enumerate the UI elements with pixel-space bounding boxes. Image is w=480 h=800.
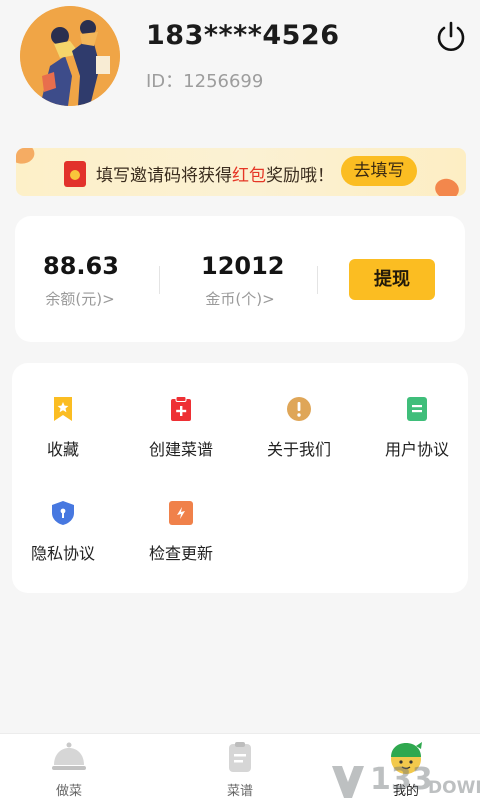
menu-item-about-us[interactable]: 关于我们 [249, 396, 349, 460]
divider [159, 266, 160, 294]
power-icon[interactable] [434, 20, 468, 54]
cloche-icon [52, 742, 86, 770]
balance-label: 余额(元)> [45, 290, 115, 308]
shield-icon [52, 501, 74, 525]
invite-banner-text: 填写邀请码将获得红包奖励哦！ [96, 161, 334, 186]
coins-value: 12012 [201, 252, 285, 280]
wallet-card: 88.63 余额(元)> 12012 金币(个)> 提现 [15, 216, 465, 342]
invite-text-after: 奖励哦！ [266, 166, 334, 186]
user-id: ID：1256699 [146, 71, 264, 92]
nav-tab-cooking[interactable]: 做菜 [29, 740, 109, 799]
nav-tab-mine[interactable]: 我的 [366, 740, 446, 799]
balance-stat[interactable]: 88.63 余额(元)> [43, 252, 119, 309]
refresh-icon [169, 501, 193, 525]
phone-number: 183****4526 [146, 20, 340, 51]
menu-item-label: 关于我们 [266, 440, 331, 459]
recipe-icon [229, 742, 251, 772]
decoration-shape [16, 148, 38, 170]
avatar-illustration [20, 6, 120, 106]
avatar[interactable] [20, 6, 120, 106]
menu-item-label: 收藏 [46, 440, 79, 459]
profile-header: 183****4526 ID：1256699 [0, 0, 480, 130]
menu-item-create-recipe[interactable]: 创建菜谱 [131, 396, 231, 460]
nav-tab-label: 做菜 [55, 784, 82, 799]
menu-item-label: 检查更新 [148, 544, 213, 563]
coins-stat[interactable]: 12012 金币(个)> [201, 252, 285, 309]
coins-label: 金币(个)> [205, 290, 275, 308]
invite-text-before: 填写邀请码将获得 [96, 166, 232, 186]
decoration-shape [431, 173, 463, 196]
menu-item-privacy-policy[interactable]: 隐私协议 [13, 500, 113, 564]
menu-item-label: 隐私协议 [30, 544, 95, 563]
withdraw-button[interactable]: 提现 [349, 259, 435, 300]
bookmark-icon [54, 397, 72, 421]
invite-text-highlight: 红包 [232, 166, 266, 186]
fill-invite-code-button[interactable]: 去填写 [341, 156, 417, 186]
menu-item-favorites[interactable]: 收藏 [13, 396, 113, 460]
divider [317, 266, 318, 294]
balance-value: 88.63 [43, 252, 119, 280]
nav-tab-label: 菜谱 [226, 784, 253, 799]
info-icon [287, 397, 311, 421]
profile-mascot-icon [391, 742, 422, 774]
nav-tab-label: 我的 [392, 784, 419, 799]
menu-item-label: 创建菜谱 [148, 440, 213, 459]
nav-tab-recipes[interactable]: 菜谱 [200, 740, 280, 799]
menu-grid: 收藏 创建菜谱 关于我们 用户协议 隐私协议 检查更新 [12, 363, 468, 593]
menu-item-check-update[interactable]: 检查更新 [131, 500, 231, 564]
menu-item-user-agreement[interactable]: 用户协议 [367, 396, 467, 460]
menu-item-label: 用户协议 [384, 440, 449, 459]
document-icon [407, 397, 427, 421]
bottom-navigation: 做菜 菜谱 我的 [0, 733, 480, 800]
clipboard-plus-icon [171, 396, 191, 421]
red-envelope-icon [64, 161, 86, 187]
invite-banner[interactable]: 填写邀请码将获得红包奖励哦！ 去填写 [16, 148, 466, 196]
